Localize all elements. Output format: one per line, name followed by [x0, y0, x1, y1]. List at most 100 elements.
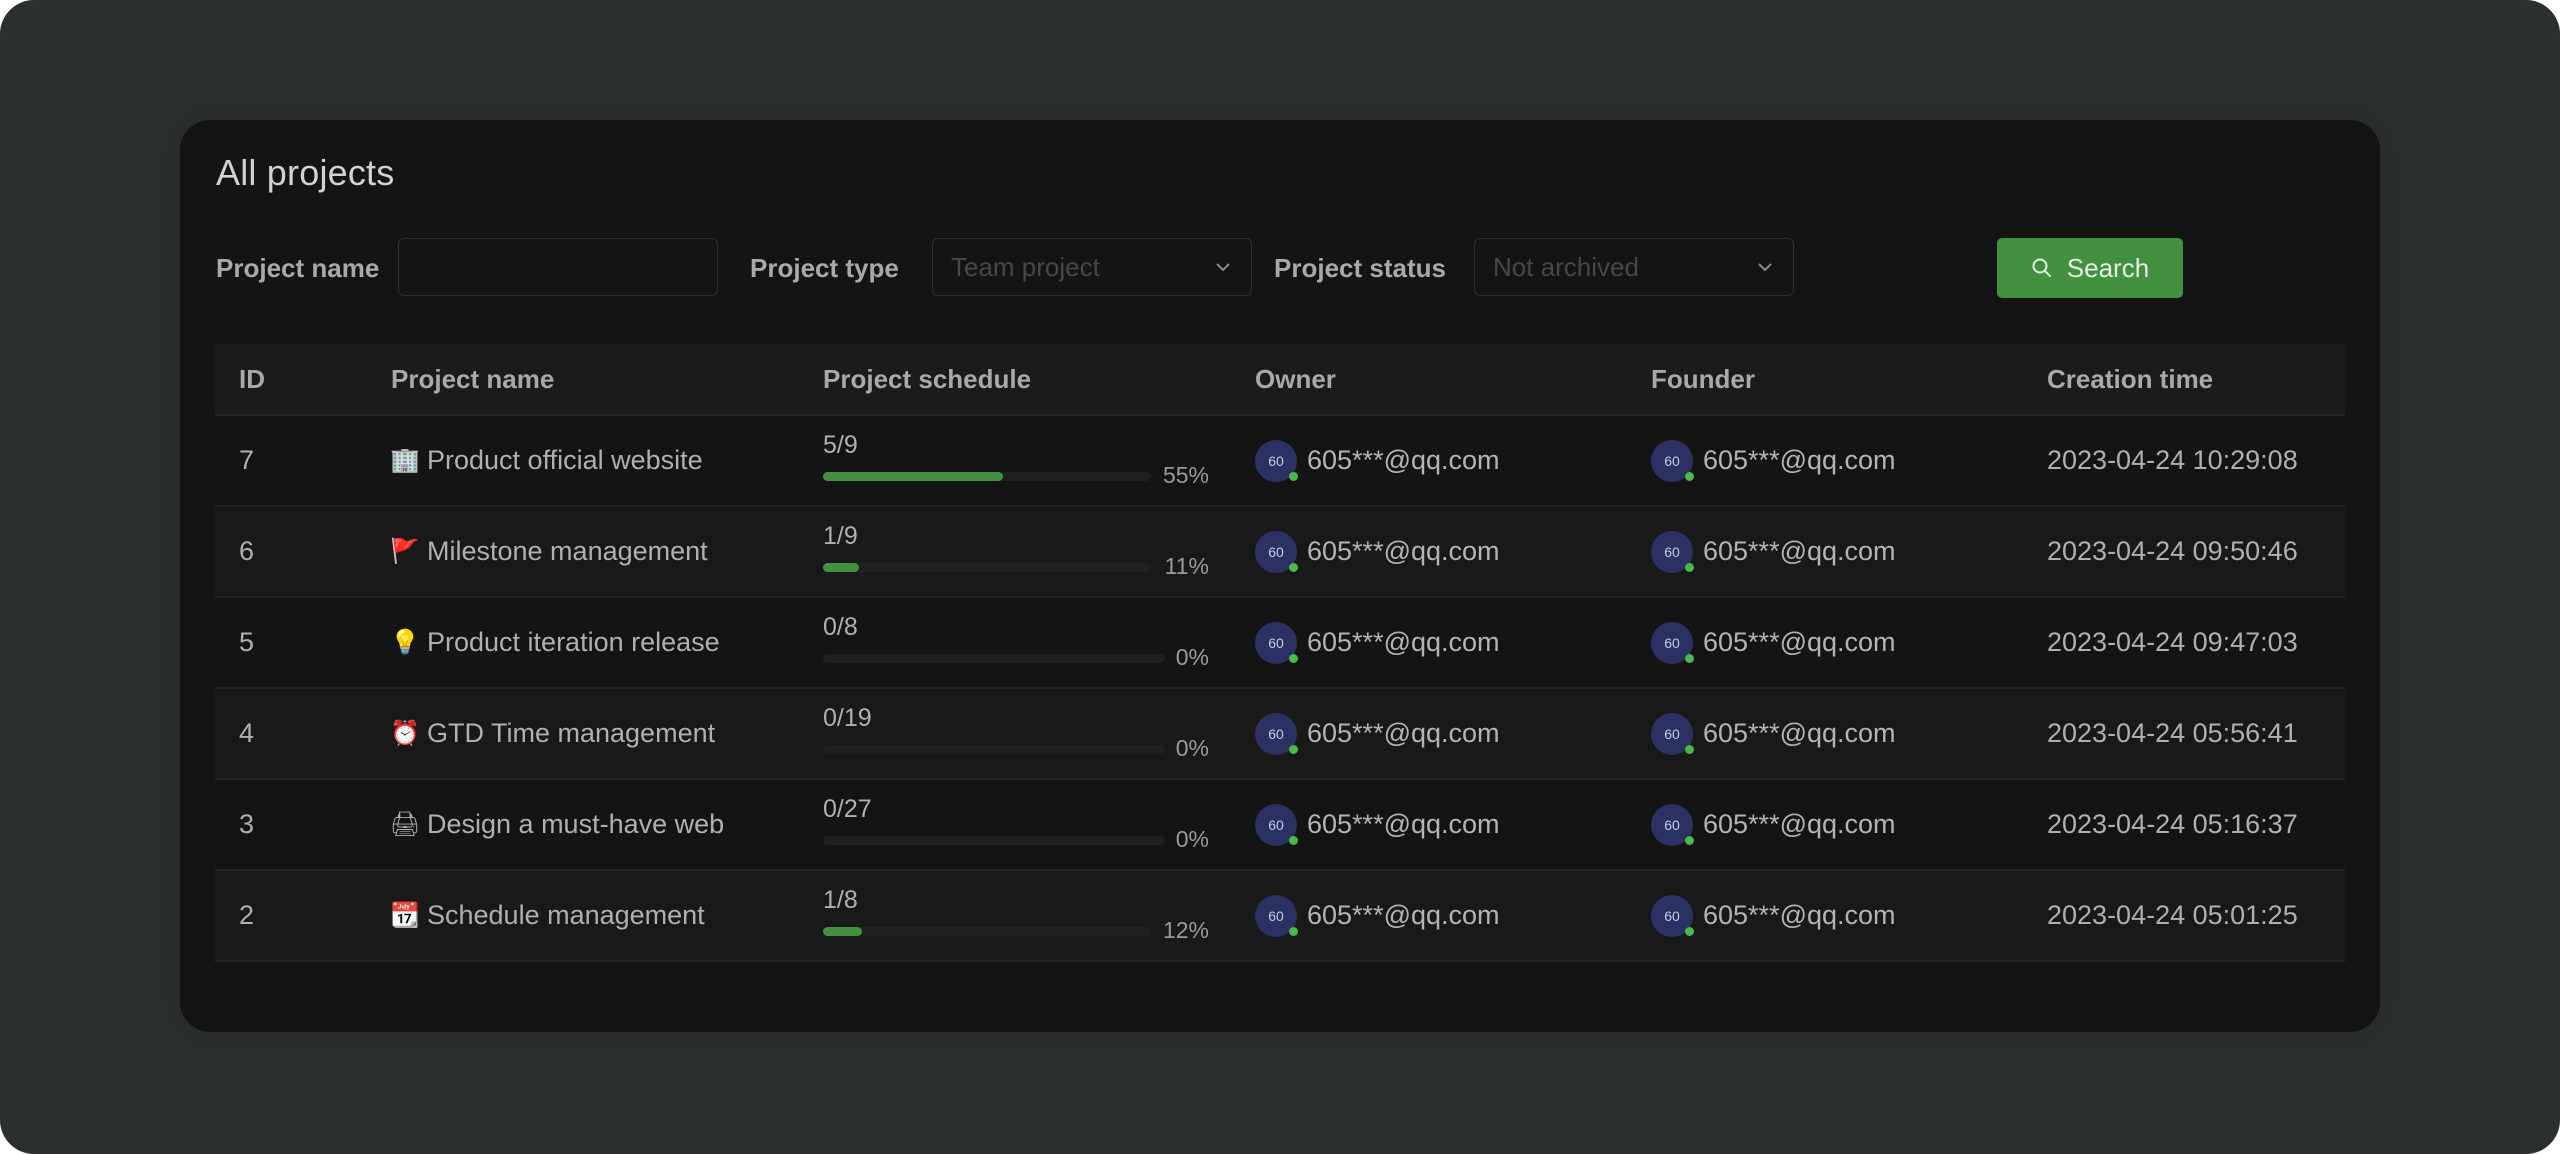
progress-bar-fill — [823, 472, 1004, 481]
column-header-id[interactable]: ID — [239, 344, 265, 414]
project-type-select[interactable]: Team project — [932, 238, 1252, 296]
project-name-cell[interactable]: 📆 Schedule management — [390, 871, 705, 960]
avatar-initials: 60 — [1268, 634, 1284, 651]
project-id: 2 — [239, 900, 255, 930]
founder-email: 605***@qq.com — [1703, 627, 1896, 657]
column-header-project-schedule[interactable]: Project schedule — [823, 344, 1031, 414]
avatar[interactable]: 60 — [1255, 803, 1298, 846]
column-header-project-name[interactable]: Project name — [391, 344, 554, 414]
project-name[interactable]: Design a must-have web — [427, 809, 724, 840]
project-name[interactable]: Product official website — [427, 445, 703, 476]
avatar[interactable]: 60 — [1255, 894, 1298, 937]
owner: 60 605***@qq.com — [1255, 780, 1500, 869]
project-name-input-wrap[interactable] — [398, 238, 718, 296]
task-count: 0/8 — [823, 613, 858, 641]
projects-table: ID Project name Project schedule Owner F… — [215, 344, 2345, 962]
avatar-initials: 60 — [1268, 907, 1284, 924]
avatar[interactable]: 60 — [1651, 439, 1694, 482]
owner-email: 605***@qq.com — [1307, 627, 1500, 657]
light-bulb-icon: 💡 — [390, 629, 420, 656]
table-row[interactable]: 6 🚩 Milestone management 1/9 11% 60 605*… — [215, 507, 2345, 598]
task-count: 0/19 — [823, 704, 872, 732]
owner-email: 605***@qq.com — [1307, 445, 1500, 475]
avatar-initials: 60 — [1664, 634, 1680, 651]
project-schedule: 1/9 11% — [823, 507, 1209, 596]
project-id: 3 — [239, 809, 255, 839]
avatar[interactable]: 60 — [1651, 530, 1694, 573]
online-status-dot — [1685, 653, 1694, 663]
owner-email: 605***@qq.com — [1307, 718, 1500, 748]
project-name-cell[interactable]: 🖨 Design a must-have web — [390, 780, 724, 869]
project-name[interactable]: Product iteration release — [427, 627, 720, 658]
avatar[interactable]: 60 — [1255, 530, 1298, 573]
project-name-cell[interactable]: 🏢 Product official website — [390, 416, 703, 505]
avatar[interactable]: 60 — [1651, 894, 1694, 937]
table-row[interactable]: 3 🖨 Design a must-have web 0/27 0% 60 60… — [215, 780, 2345, 871]
avatar-initials: 60 — [1268, 452, 1284, 469]
table-header: ID Project name Project schedule Owner F… — [215, 344, 2345, 416]
online-status-dot — [1289, 471, 1298, 481]
online-status-dot — [1289, 744, 1298, 754]
table-body: 7 🏢 Product official website 5/9 55% 60 … — [215, 416, 2345, 962]
task-count: 1/9 — [823, 522, 858, 550]
column-header-owner[interactable]: Owner — [1255, 344, 1336, 414]
project-status-value: Not archived — [1493, 252, 1639, 282]
creation-time: 2023-04-24 10:29:08 — [2047, 445, 2298, 475]
project-name-cell[interactable]: 💡 Product iteration release — [390, 598, 720, 687]
table-row[interactable]: 4 ⏰ GTD Time management 0/19 0% 60 605**… — [215, 689, 2345, 780]
founder-email: 605***@qq.com — [1703, 809, 1896, 839]
avatar[interactable]: 60 — [1255, 712, 1298, 755]
column-header-founder[interactable]: Founder — [1651, 344, 1755, 414]
project-schedule: 0/27 0% — [823, 780, 1209, 869]
founder: 60 605***@qq.com — [1651, 689, 1896, 778]
alarm-clock-icon: ⏰ — [390, 720, 420, 747]
avatar-initials: 60 — [1664, 452, 1680, 469]
column-header-creation-time[interactable]: Creation time — [2047, 344, 2213, 414]
task-count: 0/27 — [823, 795, 872, 823]
project-name-cell[interactable]: ⏰ GTD Time management — [390, 689, 715, 778]
search-button[interactable]: Search — [1997, 238, 2183, 298]
founder: 60 605***@qq.com — [1651, 871, 1896, 960]
founder: 60 605***@qq.com — [1651, 507, 1896, 596]
online-status-dot — [1289, 653, 1298, 663]
table-row[interactable]: 2 📆 Schedule management 1/8 12% 60 605**… — [215, 871, 2345, 962]
owner: 60 605***@qq.com — [1255, 507, 1500, 596]
founder-email: 605***@qq.com — [1703, 900, 1896, 930]
table-row[interactable]: 5 💡 Product iteration release 0/8 0% 60 … — [215, 598, 2345, 689]
avatar[interactable]: 60 — [1255, 621, 1298, 664]
project-name[interactable]: Milestone management — [427, 536, 708, 567]
creation-time: 2023-04-24 05:01:25 — [2047, 900, 2298, 930]
online-status-dot — [1685, 562, 1694, 572]
avatar[interactable]: 60 — [1255, 439, 1298, 482]
search-icon — [2032, 258, 2051, 277]
progress-bar — [823, 563, 1151, 572]
project-name-input[interactable] — [399, 239, 717, 295]
owner: 60 605***@qq.com — [1255, 689, 1500, 778]
avatar[interactable]: 60 — [1651, 621, 1694, 664]
progress-percent: 0% — [1175, 826, 1209, 852]
founder-email: 605***@qq.com — [1703, 718, 1896, 748]
project-status-select[interactable]: Not archived — [1474, 238, 1794, 296]
project-id: 7 — [239, 445, 255, 475]
avatar[interactable]: 60 — [1651, 712, 1694, 755]
progress-bar-fill — [823, 927, 863, 936]
progress-bar — [823, 472, 1151, 481]
project-name[interactable]: Schedule management — [427, 900, 705, 931]
avatar-initials: 60 — [1268, 543, 1284, 560]
avatar[interactable]: 60 — [1651, 803, 1694, 846]
online-status-dot — [1289, 562, 1298, 572]
table-row[interactable]: 7 🏢 Product official website 5/9 55% 60 … — [215, 416, 2345, 507]
chevron-down-icon — [1216, 263, 1230, 272]
office-building-icon: 🏢 — [390, 447, 420, 474]
founder: 60 605***@qq.com — [1651, 598, 1896, 687]
project-id: 6 — [239, 536, 255, 566]
progress-bar — [823, 654, 1165, 663]
project-name-cell[interactable]: 🚩 Milestone management — [390, 507, 708, 596]
owner-email: 605***@qq.com — [1307, 536, 1500, 566]
online-status-dot — [1685, 926, 1694, 936]
avatar-initials: 60 — [1268, 725, 1284, 742]
project-name[interactable]: GTD Time management — [427, 718, 715, 749]
progress-percent: 55% — [1162, 462, 1209, 488]
chevron-down-icon — [1758, 263, 1772, 272]
project-id: 5 — [239, 627, 255, 657]
